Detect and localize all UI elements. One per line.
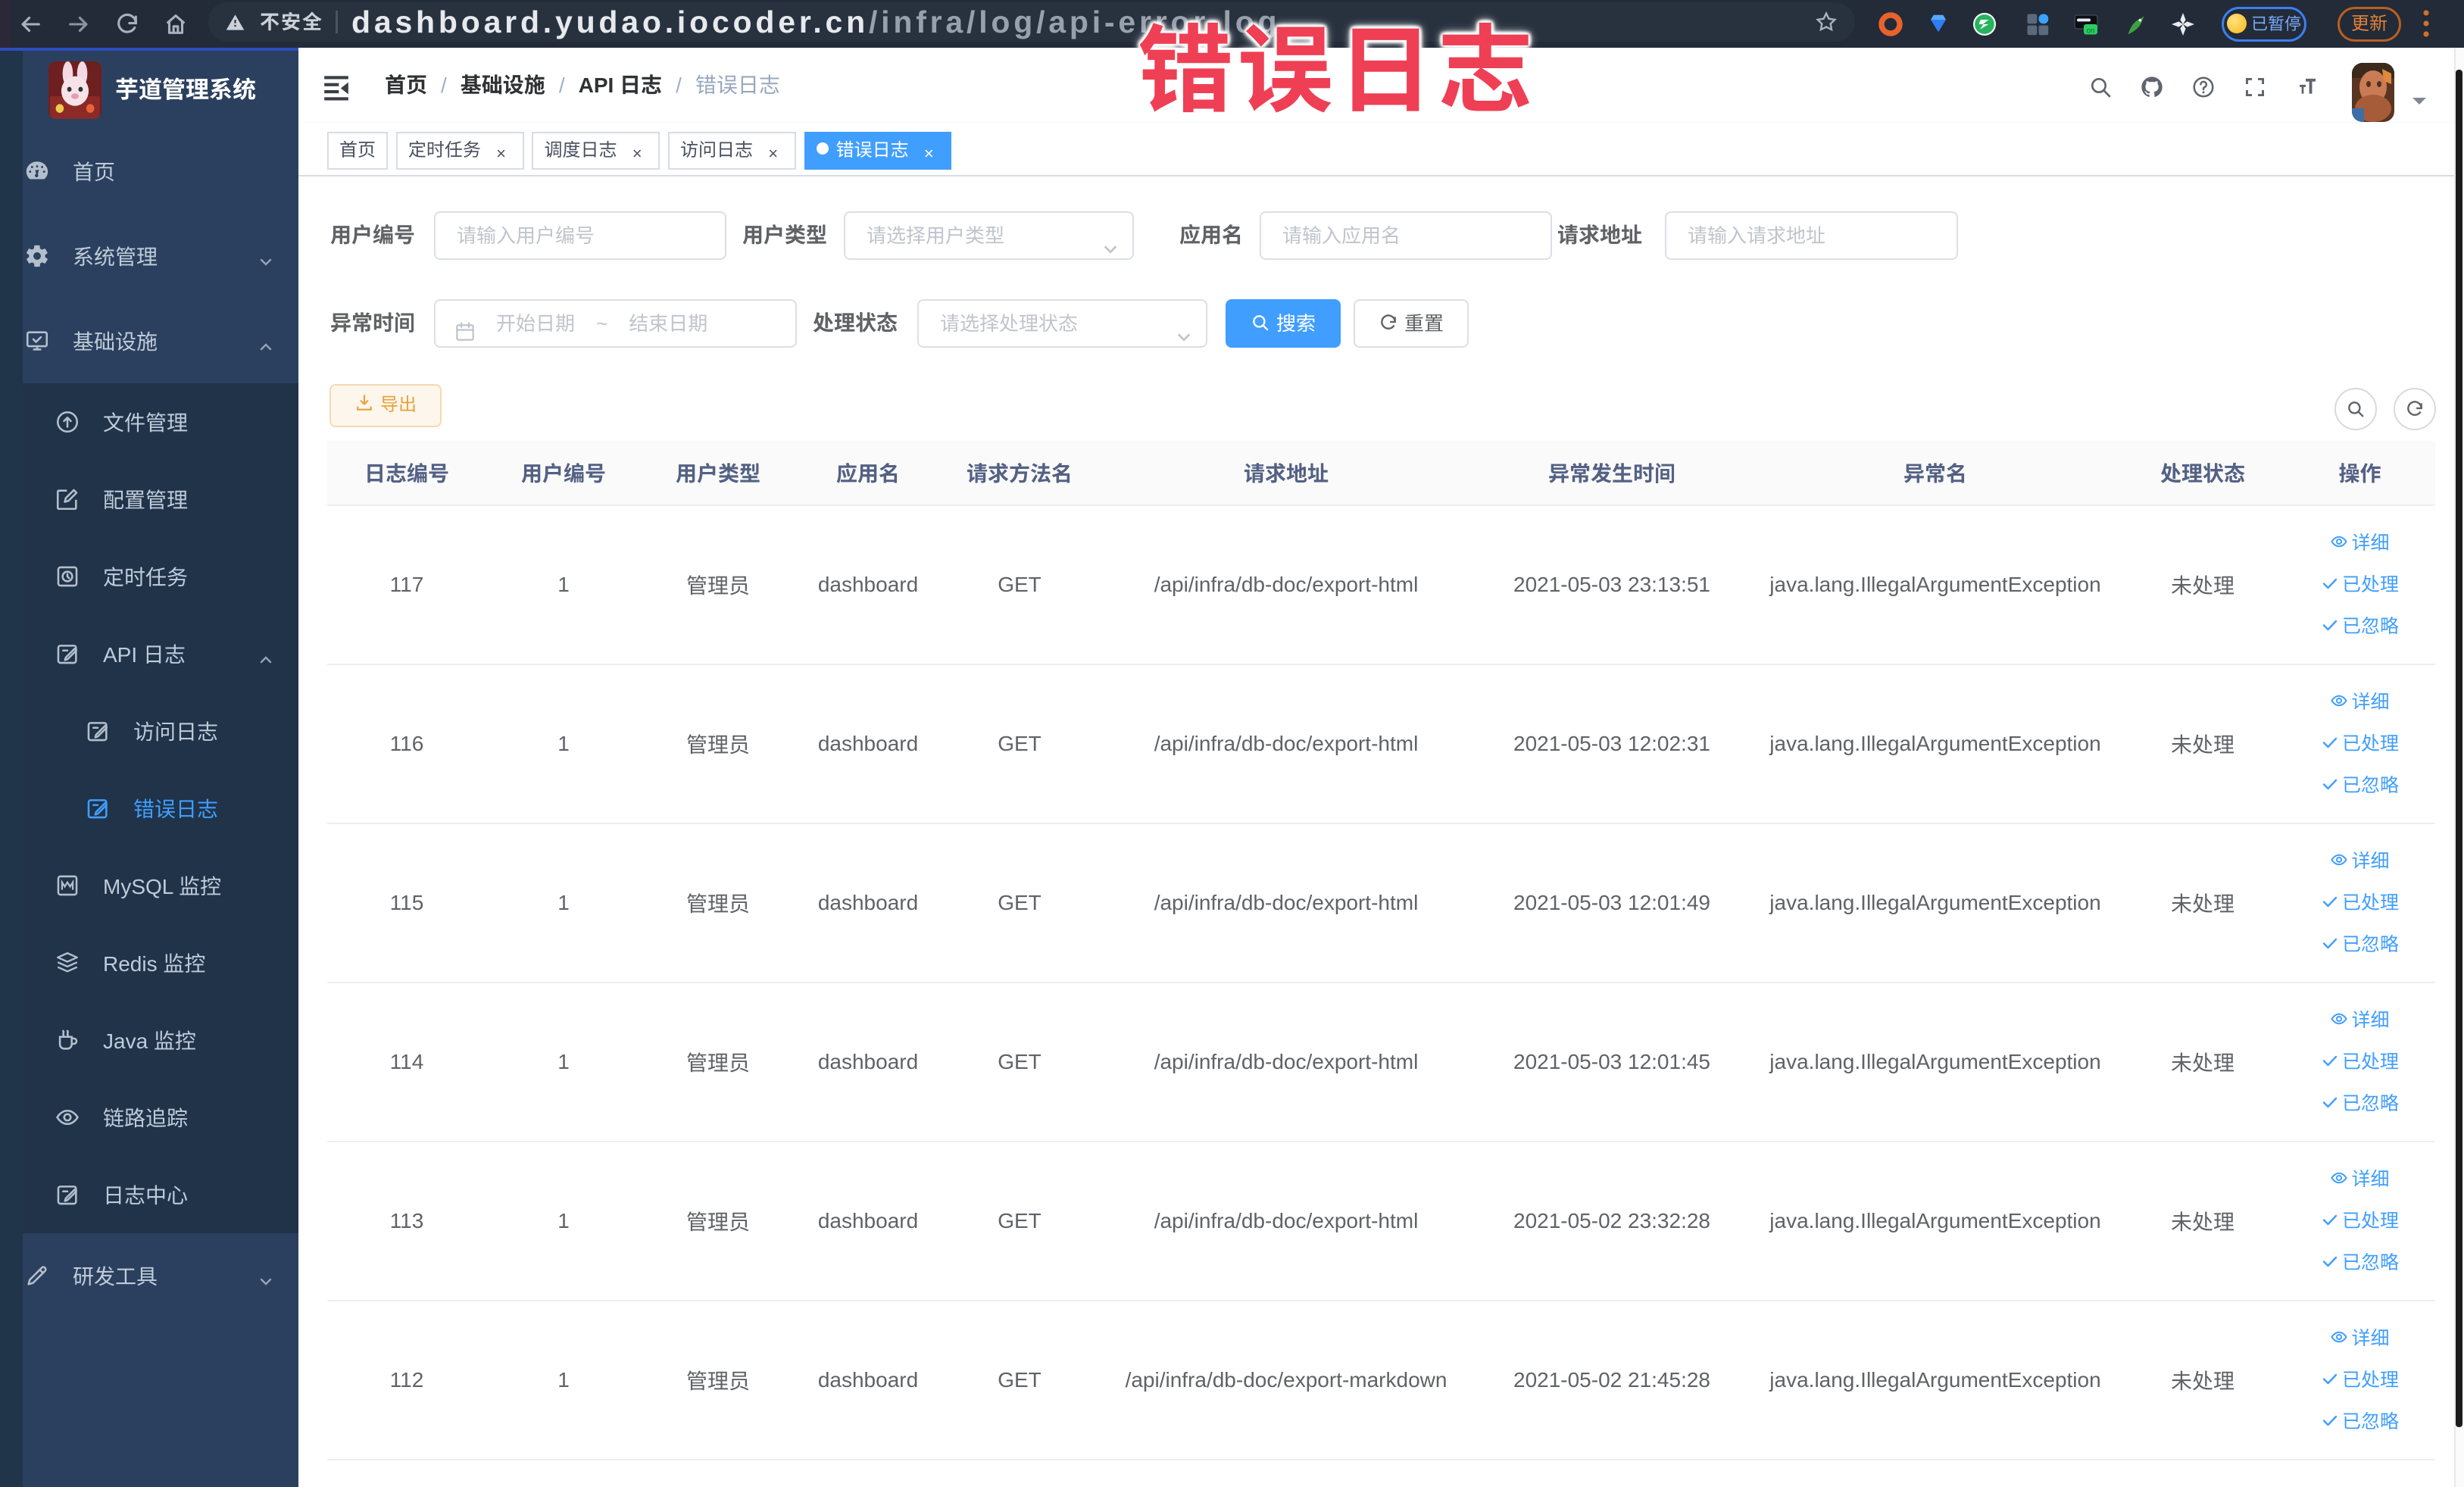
- svg-text:on: on: [2087, 27, 2095, 35]
